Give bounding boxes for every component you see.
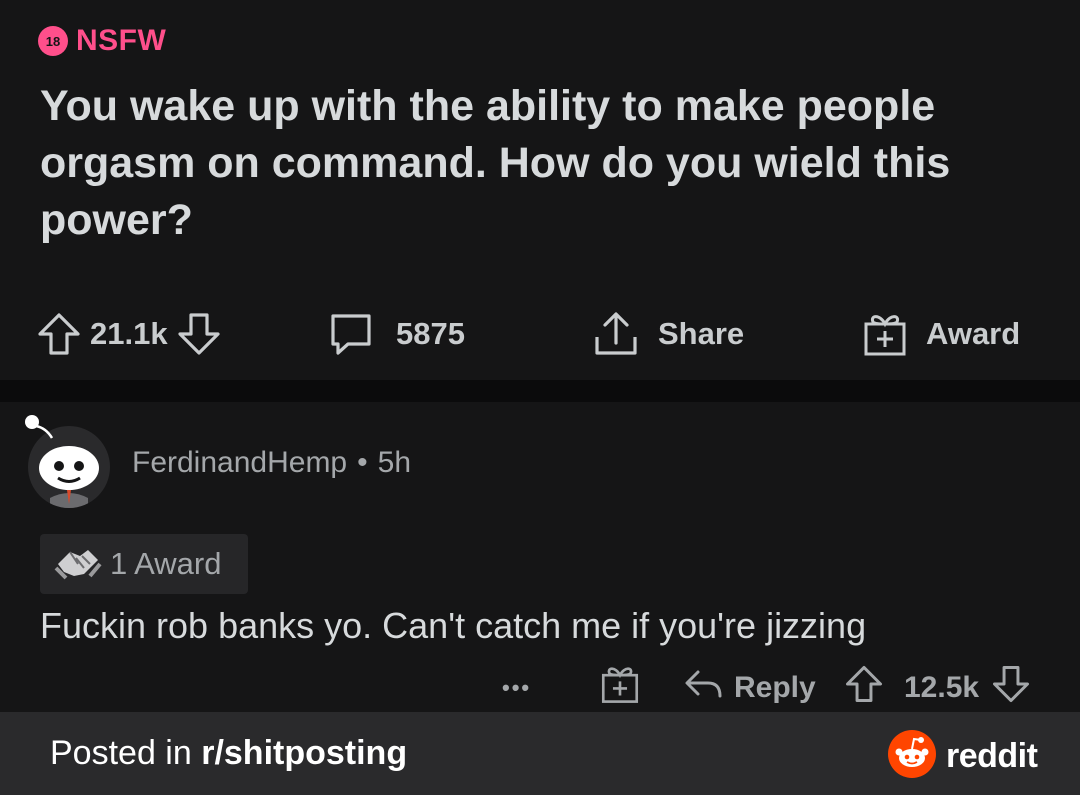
share-button[interactable]: Share xyxy=(592,306,752,362)
gift-icon xyxy=(860,309,910,359)
reply-icon xyxy=(682,664,726,712)
nsfw-18-icon: 18 xyxy=(38,26,68,56)
upvote-icon[interactable] xyxy=(36,311,82,357)
reddit-logo-icon xyxy=(888,730,936,783)
share-label: Share xyxy=(658,316,745,351)
post-vote-group: 21.1k xyxy=(36,306,222,362)
comment-count: 5875 xyxy=(396,316,465,351)
downvote-icon[interactable] xyxy=(176,311,222,357)
comments-button[interactable]: 5875 xyxy=(326,306,473,362)
reddit-brand: reddit xyxy=(888,730,1038,783)
nsfw-tag: 18 NSFW xyxy=(38,24,166,58)
footer-bar: Posted in r/shitposting reddit xyxy=(0,712,1080,795)
comment-age: 5h xyxy=(377,446,412,479)
reply-button[interactable]: Reply xyxy=(682,660,816,716)
comment-vote-group: 12.5k xyxy=(844,660,1031,716)
share-icon xyxy=(592,309,640,359)
reddit-wordmark: reddit xyxy=(946,737,1038,775)
post-actions: 21.1k 5875 Share Award xyxy=(0,306,1080,362)
award-badge[interactable]: 1 Award xyxy=(40,534,248,594)
gift-icon xyxy=(598,662,642,714)
post-vote-count: 21.1k xyxy=(90,316,168,351)
award-handshake-icon xyxy=(54,542,102,587)
comment-author[interactable]: FerdinandHemp xyxy=(132,446,347,479)
comment-icon xyxy=(326,309,376,359)
posted-prefix: Posted in xyxy=(50,734,202,772)
comment-body: Fuckin rob banks yo. Can't catch me if y… xyxy=(40,605,867,646)
comment: FerdinandHemp • 5h 1 Award Fuckin rob bank… xyxy=(0,402,1080,712)
comment-vote-count: 12.5k xyxy=(904,671,980,704)
meta-separator: • xyxy=(357,446,368,479)
award-label: Award xyxy=(926,316,1021,351)
award-count: 1 Award xyxy=(110,546,222,581)
downvote-icon[interactable] xyxy=(991,664,1031,712)
nsfw-label: NSFW xyxy=(76,24,167,57)
award-button[interactable]: Award xyxy=(860,306,1028,362)
post-title[interactable]: You wake up with the ability to make peo… xyxy=(40,78,1030,249)
reply-label: Reply xyxy=(734,671,816,704)
comment-award-button[interactable] xyxy=(598,660,642,716)
post: 18 NSFW You wake up with the ability to … xyxy=(0,0,1080,380)
section-divider xyxy=(0,380,1080,402)
upvote-icon[interactable] xyxy=(844,664,884,712)
posted-in: Posted in r/shitposting xyxy=(50,734,407,773)
comment-actions: ••• Reply 12.5k xyxy=(0,660,1080,716)
avatar[interactable] xyxy=(25,415,110,508)
more-options-button[interactable]: ••• xyxy=(502,660,531,716)
subreddit-link[interactable]: r/shitposting xyxy=(201,734,407,772)
comment-meta: FerdinandHemp • 5h xyxy=(132,446,411,480)
